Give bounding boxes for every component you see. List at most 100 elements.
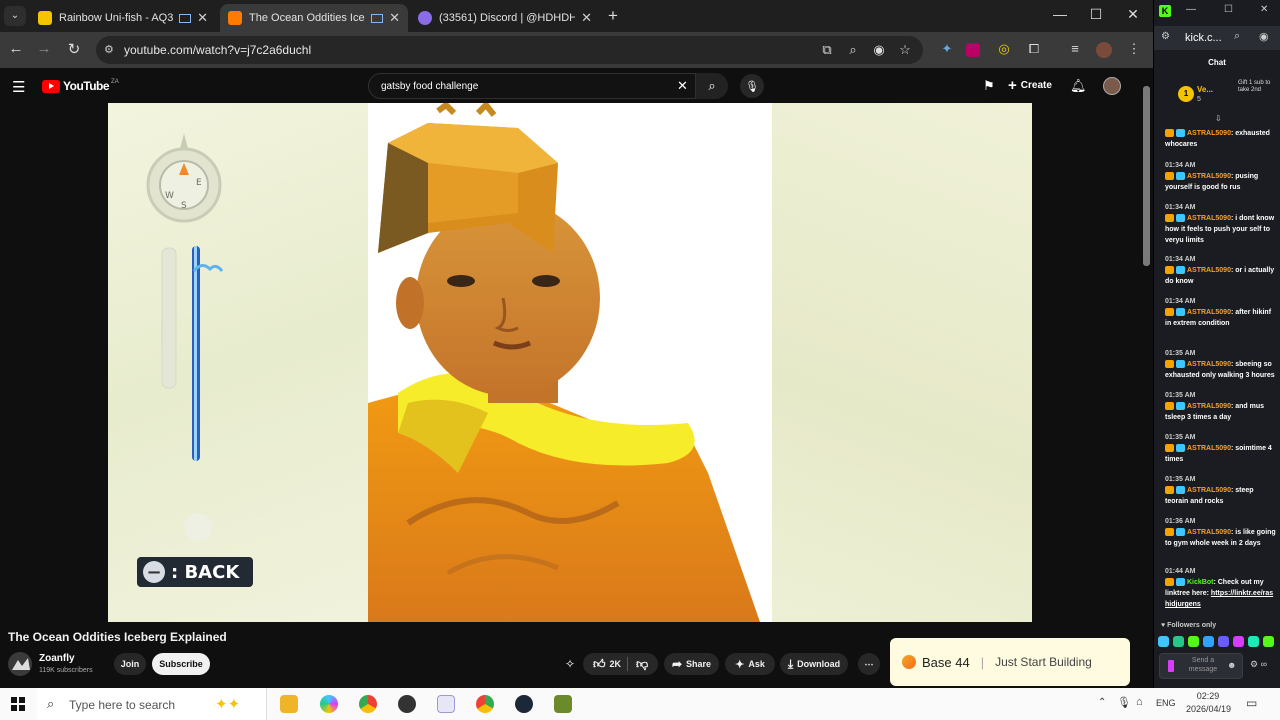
chat-username[interactable]: ASTRAL5090 [1187, 445, 1231, 452]
youtube-logo[interactable]: YouTube ZA [42, 79, 119, 93]
emote-icon[interactable] [1218, 636, 1229, 647]
gift-sub-button[interactable]: Gift 1 sub to take 2nd [1238, 80, 1276, 94]
tab-discord[interactable]: (33561) Discord | @HDHDHDH ✕ [410, 4, 600, 32]
file-explorer-icon[interactable] [280, 695, 298, 713]
site-info-icon[interactable]: ⚙ [104, 43, 114, 56]
search-button[interactable]: ⌕ [696, 73, 728, 99]
clock[interactable]: 02:29 2026/04/19 [1186, 691, 1231, 714]
chat-username[interactable]: ASTRAL5090 [1187, 309, 1231, 316]
media-control-icon[interactable]: ≡ [1066, 41, 1084, 56]
forward-arrow-icon[interactable]: → [34, 40, 54, 57]
hamburger-menu-icon[interactable]: ☰ [12, 78, 25, 96]
emoji-icon[interactable]: ☻ [1227, 660, 1236, 670]
thumbs-up-icon[interactable]: 👍︎ [593, 657, 606, 672]
address-bar[interactable]: ⚙ youtube.com/watch?v=j7c2a6duchl ⧉ ⌕ ◉ … [96, 36, 923, 64]
chat-input[interactable]: Send a message ☻ [1159, 653, 1243, 679]
network-icon[interactable]: ⌂ [1136, 696, 1143, 708]
tab-ocean-oddities[interactable]: The Ocean Oddities Iceberg ✕ [220, 4, 408, 32]
chat-username[interactable]: ASTRAL5090 [1187, 529, 1231, 536]
app-icon-dark[interactable] [398, 695, 416, 713]
copilot-icon[interactable] [320, 695, 338, 713]
install-app-icon[interactable]: ⧉ [818, 42, 836, 58]
game-app-icon[interactable] [554, 695, 572, 713]
ai-sparkle-icon[interactable]: ✧ [565, 657, 575, 671]
tab-search-button[interactable]: ⌄ [4, 6, 26, 26]
reload-icon[interactable]: ↻ [64, 40, 84, 58]
chat-username[interactable]: ASTRAL5090 [1187, 130, 1231, 137]
windows-start-icon[interactable] [11, 697, 25, 711]
share-button[interactable]: ➦ Share [664, 653, 719, 675]
download-button[interactable]: ⤓ Download [780, 653, 848, 675]
tray-overflow-icon[interactable]: ⌃ [1098, 697, 1106, 708]
clear-search-icon[interactable]: ✕ [677, 78, 688, 94]
channel-name[interactable]: Zoanfly [39, 653, 75, 664]
kick-close-button[interactable]: ✕ [1260, 4, 1268, 15]
close-window-button[interactable]: ✕ [1123, 6, 1143, 23]
tracking-eye-icon[interactable]: ◉ [870, 42, 888, 58]
ad-banner[interactable]: Base 44 | Just Start Building [890, 638, 1130, 686]
new-tab-button[interactable]: + [603, 6, 623, 26]
chrome-profile-icon[interactable] [476, 695, 494, 713]
extensions-puzzle-icon[interactable]: ⧠ [1025, 41, 1043, 57]
chat-username[interactable]: KickBot [1187, 579, 1213, 586]
chat-username[interactable]: ASTRAL5090 [1187, 403, 1231, 410]
chrome-icon[interactable] [359, 695, 377, 713]
channel-avatar[interactable] [8, 652, 32, 676]
kick-address-bar[interactable]: ⚙ kick.c... ⌕ ◉ [1154, 26, 1280, 50]
voice-search-button[interactable]: 🎙 [740, 74, 764, 98]
close-tab-icon[interactable]: ✕ [389, 10, 400, 26]
chat-username[interactable]: ASTRAL5090 [1187, 361, 1231, 368]
maximize-button[interactable]: ☐ [1086, 6, 1106, 23]
kick-minimize-button[interactable]: — [1186, 4, 1196, 15]
tab-rainbow-unifish[interactable]: Rainbow Uni-fish - AQ3D ✕ [30, 4, 216, 32]
chat-username[interactable]: ASTRAL5090 [1187, 487, 1231, 494]
gift-icon[interactable] [1168, 660, 1174, 672]
language-indicator[interactable]: ENG [1156, 698, 1176, 708]
bookmark-star-icon[interactable]: ☆ [896, 42, 914, 58]
thumbs-down-icon[interactable]: 👎︎ [636, 657, 648, 672]
emote-icon[interactable] [1248, 636, 1259, 647]
like-count[interactable]: 2K [610, 659, 622, 669]
extension-puzzle-blue-icon[interactable]: ✦ [938, 41, 956, 57]
create-button[interactable]: + Create [1008, 77, 1052, 94]
site-settings-icon[interactable]: ⚙ [1161, 31, 1170, 42]
minimize-button[interactable]: — [1050, 6, 1070, 22]
emote-icon[interactable] [1203, 636, 1214, 647]
app-icon-light[interactable] [437, 695, 455, 713]
more-actions-button[interactable]: ⋯ [858, 653, 880, 675]
microphone-tray-icon[interactable]: 🎙︎ [1117, 696, 1131, 709]
page-scrollbar[interactable] [1141, 72, 1153, 688]
chat-username[interactable]: ASTRAL5090 [1187, 267, 1231, 274]
eye-off-icon[interactable]: ◉ [1259, 30, 1269, 43]
taskbar-search-box[interactable]: ⌕ Type here to search ✦✦ [37, 688, 267, 720]
chat-username[interactable]: ASTRAL5090 [1187, 215, 1231, 222]
ask-button[interactable]: ✦ Ask [725, 653, 775, 675]
steam-icon[interactable] [515, 695, 533, 713]
chat-settings-icon[interactable]: ⚙ ∞ [1250, 659, 1267, 670]
chat-username[interactable]: ASTRAL5090 [1187, 173, 1231, 180]
scrollbar-thumb[interactable] [1143, 86, 1150, 266]
zoom-icon[interactable]: ⌕ [844, 42, 862, 58]
join-button[interactable]: Join [114, 653, 146, 675]
browser-menu-icon[interactable]: ⋮ [1125, 41, 1143, 57]
cast-icon[interactable]: ⚑ [983, 78, 995, 94]
account-avatar[interactable] [1103, 77, 1121, 95]
zoom-icon[interactable]: ⌕ [1234, 30, 1240, 43]
gift-leader-name[interactable]: Ve... [1197, 85, 1213, 94]
subscribe-button[interactable]: Subscribe [152, 653, 210, 675]
emote-icon[interactable] [1263, 636, 1274, 647]
emote-icon[interactable] [1188, 636, 1199, 647]
notifications-bell-icon[interactable]: 🔔︎ [1070, 78, 1087, 94]
close-tab-icon[interactable]: ✕ [581, 10, 592, 26]
emote-icon[interactable] [1173, 636, 1184, 647]
extension-pink-icon[interactable] [966, 43, 980, 57]
video-player[interactable]: W E S − : BACK [108, 103, 1032, 622]
emote-icon[interactable] [1158, 636, 1169, 647]
profile-avatar[interactable] [1096, 42, 1112, 58]
search-input[interactable]: gatsby food challenge ✕ [368, 73, 696, 99]
emote-icon[interactable] [1233, 636, 1244, 647]
close-tab-icon[interactable]: ✕ [197, 10, 208, 26]
extension-yellow-icon[interactable]: ◎ [995, 41, 1013, 57]
kick-maximize-button[interactable]: ☐ [1224, 4, 1233, 15]
back-arrow-icon[interactable]: ← [6, 40, 26, 57]
